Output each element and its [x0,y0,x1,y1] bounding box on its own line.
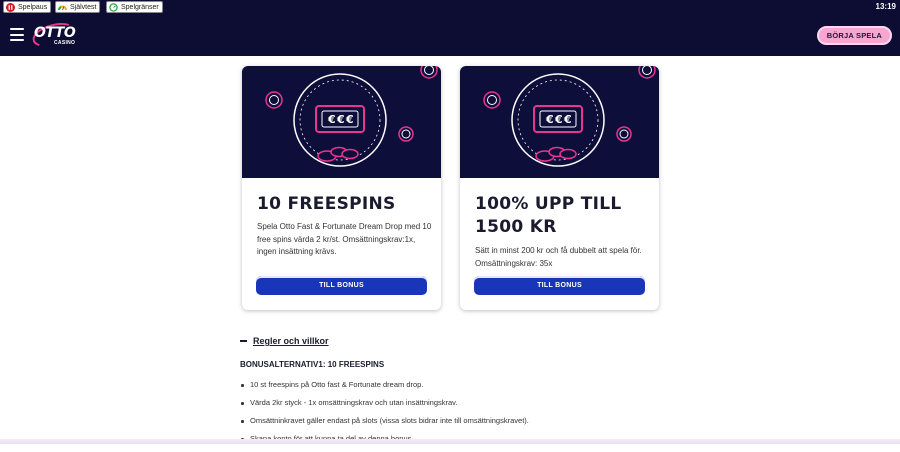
bottom-strip [0,439,900,444]
spelgranser-icon [109,2,118,12]
svg-text:€: € [327,113,336,126]
collapse-icon [240,340,247,342]
svg-text:€: € [336,113,345,126]
till-bonus-button[interactable]: TILL BONUS [474,276,645,295]
list-item: Värda 2kr styck - 1x omsättningskrav och… [240,398,660,416]
offer-card: € € € 100% UPP TILL 1500 KR Sätt in mins… [460,66,659,310]
list-item: 10 st freespins på Otto fast & Fortunate… [240,380,660,398]
svg-text:€: € [545,113,554,126]
svg-text:€: € [345,113,354,126]
clock: 13:19 [875,2,896,11]
terms-toggle[interactable]: Regler och villkor [240,336,329,346]
offer-description: Spela Otto Fast & Fortunate Dream Drop m… [257,222,432,256]
sjalvtest-icon [58,3,67,12]
offer-title: 10 FREESPINS [257,194,396,214]
till-bonus-button[interactable]: TILL BONUS [256,276,427,295]
sjalvtest-label: Självtest [70,3,97,11]
menu-icon[interactable] [10,28,24,41]
site-header: OTTO CASINO BÖRJA SPELA [0,14,900,56]
logo-text: OTTO [34,25,76,41]
logo-subtext: CASINO [54,40,76,46]
spelgranser-label: Spelgränser [121,3,159,11]
sjalvtest-button[interactable]: Självtest [55,1,101,13]
spelpaus-icon [6,2,15,12]
offer-card: € € € 10 FREESPINS Spela Otto Fast & For… [242,66,441,310]
offer-title: 100% UPP TILL 1500 KR [475,194,622,237]
list-item: Omsättninkravet gäller endast på slots (… [240,416,660,434]
slot-machine-illustration: € € € [242,66,441,178]
svg-text:€: € [563,113,572,126]
terms-subheading: BONUSALTERNATIV1: 10 FREESPINS [240,360,385,369]
spelgranser-button[interactable]: Spelgränser [106,1,163,13]
borja-spela-button[interactable]: BÖRJA SPELA [816,26,892,45]
spelpaus-bar: Spelpaus Självtest Spelgränser 13:19 [0,0,900,14]
spelpaus-label: Spelpaus [18,3,48,11]
offer-description: Sätt in minst 200 kr och få dubbelt att … [475,246,642,268]
terms-heading: Regler och villkor [253,336,329,346]
otto-casino-logo[interactable]: OTTO CASINO [29,18,79,52]
svg-text:€: € [554,113,563,126]
slot-machine-illustration: € € € [460,66,659,178]
spelpaus-button[interactable]: Spelpaus [3,1,52,13]
